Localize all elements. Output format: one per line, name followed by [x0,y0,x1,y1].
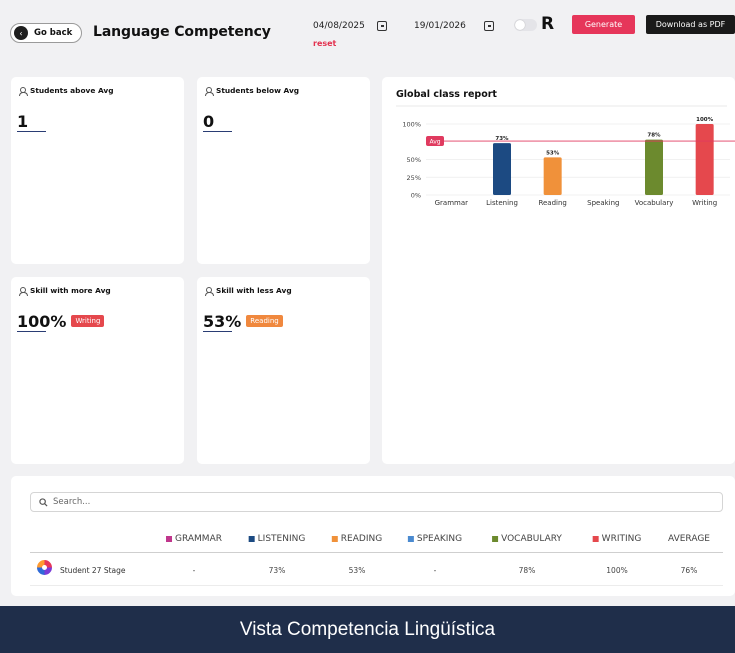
legend-swatch [492,536,499,542]
column-header-vocabulary[interactable]: VOCABULARY [492,534,562,544]
page-title: Language Competency [93,24,271,40]
date-to-input[interactable]: 19/01/2026 [407,15,501,36]
table-cell: - [192,566,196,575]
x-tick-label: Listening [486,199,518,207]
card-value: 1 [17,112,29,131]
column-header-listening[interactable]: LISTENING [248,534,306,544]
skill-badge: Writing [71,314,105,327]
table-cell: 78% [518,566,536,575]
card-value-group: 100% Writing [17,312,105,331]
toggle-switch[interactable] [514,19,537,31]
table-cell: 100% [606,566,628,575]
card-value-group: 53% Reading [203,312,283,331]
column-header-label: GRAMMAR [175,534,222,544]
table-cell: 73% [268,566,286,575]
x-tick-label: Grammar [435,199,469,207]
data-label: 100% [696,117,713,123]
brand-logo: R [541,14,555,34]
reset-link[interactable]: reset [313,39,336,48]
data-label: 53% [546,150,560,156]
global-class-report-card: Global class report 0% 25% 50% 100% Grammar 7… [382,77,735,464]
bar-listening [493,143,511,195]
search-icon [39,497,48,507]
y-tick-label: 0% [411,192,421,200]
avg-label: Avg [429,139,440,146]
x-tick-label: Writing [692,199,717,207]
date-to-value: 19/01/2026 [414,20,466,31]
column-header-label: AVERAGE [668,534,710,544]
global-class-report-chart: 0%25%50%100%Grammar73%Listening53%Readin… [396,105,735,207]
legend-swatch [331,536,338,542]
download-pdf-button[interactable]: Download as PDF [646,15,735,34]
skill-more-avg-card: Skill with more Avg 100% Writing [11,277,184,464]
card-label: Students below Avg [216,86,300,95]
student-avatar-icon [37,560,52,575]
column-header-label: LISTENING [257,534,306,544]
card-value: 53% [203,312,242,331]
user-icon [204,286,214,296]
column-header-grammar[interactable]: GRAMMAR [166,534,222,544]
date-from-input[interactable]: 04/08/2025 [306,15,394,36]
value-underline [203,331,232,332]
y-tick-label: 100% [402,121,421,129]
column-header-speaking[interactable]: SPEAKING [407,534,463,544]
value-underline [17,331,46,332]
user-icon [204,86,214,96]
legend-swatch [407,536,414,542]
value-underline [17,131,46,132]
x-tick-label: Reading [538,199,566,207]
column-header-reading[interactable]: READING [331,534,383,544]
x-tick-label: Vocabulary [635,199,674,207]
search-input[interactable]: Search... [30,492,723,512]
value-underline [203,131,232,132]
skill-less-avg-card: Skill with less Avg 53% Reading [197,277,370,464]
card-label: Students above Avg [30,86,114,95]
bar-writing [695,124,714,195]
footer-caption: Vista Competencia Lingüística [0,606,735,653]
card-label: Skill with more Avg [30,286,111,295]
card-label: Skill with less Avg [216,286,292,295]
calendar-icon[interactable] [484,20,494,31]
user-icon [18,286,28,296]
student-name[interactable]: Student 27 Stage [60,566,126,575]
column-header-label: VOCABULARY [501,534,562,544]
generate-button[interactable]: Generate [572,15,635,34]
column-header-label: READING [340,534,383,544]
table-cell: 53% [348,566,366,575]
x-tick-label: Speaking [587,199,619,207]
y-tick-label: 25% [407,174,421,182]
column-header-average[interactable]: AVERAGE [668,534,710,544]
table-header-divider [30,552,723,553]
column-header-label: WRITING [601,534,642,544]
bar-vocabulary [645,139,663,195]
user-icon [18,86,28,96]
table-row-divider [30,585,723,586]
column-header-label: SPEAKING [416,534,463,544]
search-placeholder: Search... [53,497,91,507]
column-header-writing[interactable]: WRITING [592,534,642,544]
table-cell: 76% [680,566,698,575]
legend-swatch [592,536,599,542]
back-arrow-icon: ‹ [14,26,28,40]
students-above-avg-card: Students above Avg 1 [11,77,184,264]
y-tick-label: 50% [407,156,421,164]
bar-reading [543,157,562,195]
card-value: 100% [17,312,67,331]
calendar-icon[interactable] [377,20,387,31]
legend-swatch [166,536,173,542]
skill-badge: Reading [246,314,283,327]
go-back-label: Go back [34,28,73,38]
date-from-value: 04/08/2025 [313,20,365,31]
card-value: 0 [203,112,215,131]
data-label: 78% [647,133,661,139]
table-cell: - [433,566,437,575]
legend-swatch [248,536,255,542]
go-back-button[interactable]: ‹ Go back [10,23,82,43]
students-below-avg-card: Students below Avg 0 [197,77,370,264]
